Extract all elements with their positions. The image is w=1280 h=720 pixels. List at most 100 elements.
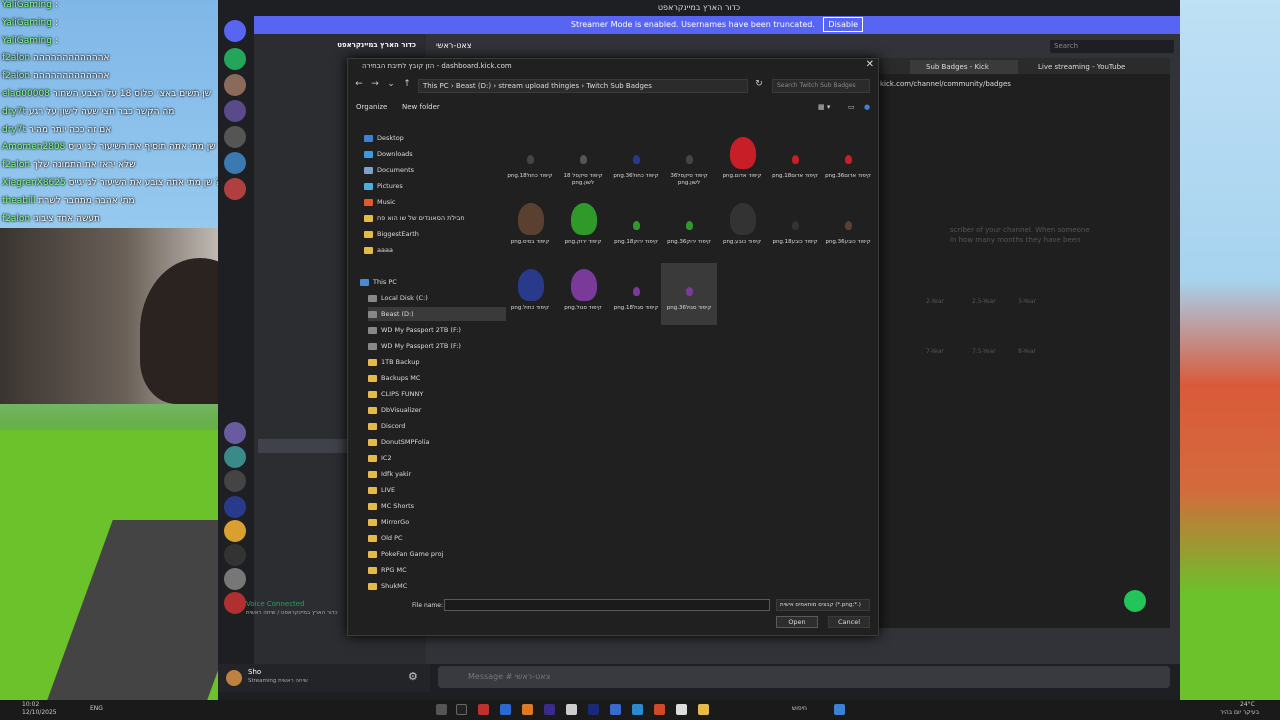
language-indicator[interactable]: ENG bbox=[90, 705, 103, 712]
server-icon[interactable] bbox=[224, 100, 246, 122]
nav-folder[interactable]: Discord bbox=[368, 419, 405, 433]
server-icon[interactable] bbox=[224, 178, 246, 200]
nav-folder[interactable]: ShukMC bbox=[368, 579, 407, 593]
tab-youtube-studio[interactable]: Live streaming - YouTube Studio bbox=[1022, 60, 1142, 85]
app-icon[interactable] bbox=[522, 704, 533, 715]
taskbar-search-label[interactable]: חיפוש bbox=[792, 705, 807, 712]
premiere-icon[interactable] bbox=[588, 704, 599, 715]
nav-folder[interactable]: PokeFan Game proj bbox=[368, 547, 443, 561]
file-item[interactable]: קיפוד כובע18.png bbox=[767, 197, 823, 259]
nav-drive[interactable]: WD My Passport 2TB (F:) bbox=[368, 339, 461, 353]
new-folder-button[interactable]: New folder bbox=[402, 99, 440, 115]
file-item[interactable]: קיפוד ירוק36.png bbox=[661, 197, 717, 259]
file-item[interactable]: קיפוד סיקסל36 לשון.png bbox=[661, 131, 717, 193]
chevron-down-icon[interactable]: ⌄ bbox=[384, 79, 398, 89]
quick-access-item[interactable]: aaaa bbox=[364, 243, 393, 257]
file-item[interactable]: קיפוד כובע36.png bbox=[820, 197, 876, 259]
server-icon[interactable] bbox=[224, 544, 246, 566]
nav-folder[interactable]: Backups MC bbox=[368, 371, 420, 385]
file-item[interactable]: קיפוד אדום18.png bbox=[767, 131, 823, 193]
app-icon[interactable] bbox=[544, 704, 555, 715]
folder-icon[interactable] bbox=[698, 704, 709, 715]
app-icon[interactable] bbox=[456, 704, 467, 715]
nav-folder[interactable]: RPG MC bbox=[368, 563, 407, 577]
windows-start-icon[interactable] bbox=[834, 704, 845, 715]
gear-icon[interactable]: ⚙ bbox=[408, 670, 418, 683]
app-icon[interactable] bbox=[436, 704, 447, 715]
file-item[interactable]: קיפוד סיקסל 18 לשון.png bbox=[555, 131, 611, 193]
nav-folder[interactable]: IC2 bbox=[368, 451, 392, 465]
close-icon[interactable]: ✕ bbox=[866, 59, 874, 70]
quick-access-item[interactable]: BiggestEarth bbox=[364, 227, 419, 241]
server-icon[interactable] bbox=[224, 422, 246, 444]
search-input[interactable]: Search Twitch Sub Badges bbox=[772, 79, 870, 93]
file-item[interactable]: קיפוד אדום36.png bbox=[820, 131, 876, 193]
file-item[interactable]: קיפוד אדום.png bbox=[714, 131, 770, 193]
forward-arrow-icon[interactable]: → bbox=[368, 79, 382, 89]
tab-sub-badges[interactable]: Sub Badges - Kick Dashboard bbox=[910, 60, 1018, 85]
disable-streamer-mode-button[interactable]: Disable bbox=[823, 17, 864, 32]
premiere-icon[interactable] bbox=[224, 496, 246, 518]
server-icon[interactable] bbox=[224, 48, 246, 70]
server-icon[interactable] bbox=[224, 152, 246, 174]
app-icon[interactable] bbox=[566, 704, 577, 715]
file-item[interactable]: קיפוד כובע.png bbox=[714, 197, 770, 259]
server-name[interactable]: כדור הארץ במיינקראפט bbox=[258, 38, 422, 52]
nav-drive[interactable]: Beast (D:) bbox=[368, 307, 506, 321]
open-button[interactable]: Open bbox=[776, 616, 818, 628]
quick-access-item[interactable]: Downloads bbox=[364, 147, 413, 161]
help-icon[interactable]: ● bbox=[864, 99, 870, 115]
brave-icon[interactable] bbox=[654, 704, 665, 715]
quick-access-item[interactable]: Documents bbox=[364, 163, 414, 177]
server-icon[interactable] bbox=[224, 74, 246, 96]
kick-chat-icon[interactable] bbox=[1124, 590, 1146, 612]
app-icon[interactable] bbox=[610, 704, 621, 715]
file-item[interactable]: קיפוד בסיס.png bbox=[502, 197, 558, 259]
refresh-icon[interactable]: ↻ bbox=[752, 79, 766, 89]
app-icon[interactable] bbox=[478, 704, 489, 715]
quick-access-item[interactable]: Pictures bbox=[364, 179, 403, 193]
breadcrumb[interactable]: This PC › Beast (D:) › stream upload thi… bbox=[418, 79, 748, 93]
quick-access-item[interactable]: חבילת הסאונדים של שו הוא פח bbox=[364, 211, 465, 225]
nav-folder[interactable]: DbVisualizer bbox=[368, 403, 421, 417]
search-input[interactable]: Search bbox=[1050, 40, 1174, 53]
file-item[interactable]: קיפוד ירוק18.png bbox=[608, 197, 664, 259]
organize-button[interactable]: Organize bbox=[356, 99, 387, 115]
nav-folder[interactable]: 1TB Backup bbox=[368, 355, 419, 369]
nav-drive[interactable]: Local Disk (C:) bbox=[368, 291, 428, 305]
nav-this-pc[interactable]: This PC bbox=[360, 275, 397, 289]
server-icon[interactable] bbox=[224, 568, 246, 590]
nav-folder[interactable]: MC Shorts bbox=[368, 499, 414, 513]
file-item[interactable]: קיפוד סגול36.png bbox=[661, 263, 717, 325]
view-options-icon[interactable]: ▦ ▾ bbox=[818, 99, 830, 115]
quick-access-item[interactable]: Desktop bbox=[364, 131, 404, 145]
nav-folder[interactable]: MirrorGo bbox=[368, 515, 409, 529]
filename-input[interactable] bbox=[444, 599, 770, 611]
app-icon[interactable] bbox=[500, 704, 511, 715]
nav-folder[interactable]: Old PC bbox=[368, 531, 403, 545]
cancel-button[interactable]: Cancel bbox=[828, 616, 870, 628]
app-icon[interactable] bbox=[676, 704, 687, 715]
server-icon[interactable] bbox=[224, 446, 246, 468]
nav-folder[interactable]: Idfk yakir bbox=[368, 467, 411, 481]
file-item[interactable]: קיפוד כחול.png bbox=[502, 263, 558, 325]
nav-folder[interactable]: LIVE bbox=[368, 483, 395, 497]
server-icon[interactable] bbox=[224, 520, 246, 542]
up-arrow-icon[interactable]: ↑ bbox=[400, 79, 414, 89]
server-icon[interactable] bbox=[224, 470, 246, 492]
message-input[interactable]: Message # צאט-ראשי bbox=[438, 666, 1170, 688]
nav-drive[interactable]: WD My Passport 2TB (F:) bbox=[368, 323, 461, 337]
file-item[interactable]: קיפוד ירוק.png bbox=[555, 197, 611, 259]
quick-access-item[interactable]: Music bbox=[364, 195, 396, 209]
file-item[interactable]: קיפוד כחול36.png bbox=[608, 131, 664, 193]
preview-pane-icon[interactable]: ▭ bbox=[848, 99, 855, 115]
file-item[interactable]: קיפוד סגול.png bbox=[555, 263, 611, 325]
server-icon[interactable] bbox=[224, 126, 246, 148]
avatar[interactable] bbox=[226, 670, 242, 686]
back-arrow-icon[interactable]: ← bbox=[352, 79, 366, 89]
filetype-select[interactable]: קבצים מותאמים אישית (*.png;*.) bbox=[776, 599, 870, 611]
nav-folder[interactable]: CLIPS FUNNY bbox=[368, 387, 423, 401]
file-item[interactable]: קיפוד כחול18.png bbox=[502, 131, 558, 193]
app-icon[interactable] bbox=[632, 704, 643, 715]
nav-folder[interactable]: DonutSMPFolia bbox=[368, 435, 430, 449]
